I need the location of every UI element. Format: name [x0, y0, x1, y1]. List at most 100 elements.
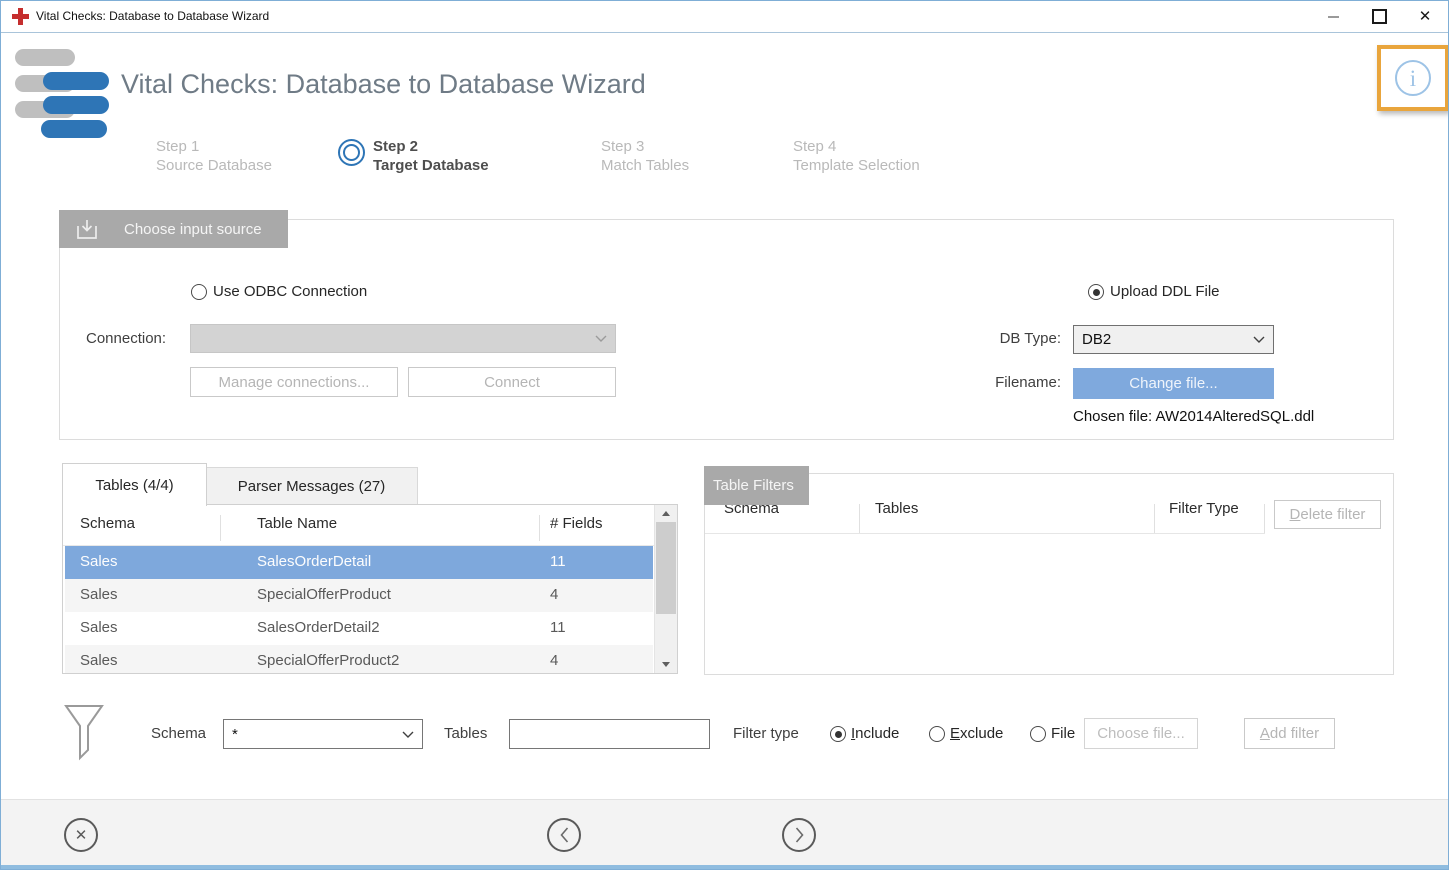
use-odbc-radio-label[interactable]: Use ODBC Connection [213, 283, 367, 300]
column-divider [539, 515, 540, 541]
step-label: Source Database [156, 156, 272, 175]
scroll-up-icon[interactable] [655, 505, 677, 522]
app-window: Vital Checks: Database to Database Wizar… [0, 0, 1449, 870]
column-divider [1264, 504, 1265, 534]
chevron-down-icon [1253, 336, 1265, 343]
table-row[interactable]: Sales SpecialOfferProduct 4 [65, 579, 653, 612]
step-4-indicator: Step 4 Template Selection [793, 137, 920, 175]
step-3-indicator: Step 3 Match Tables [601, 137, 689, 175]
minimize-icon [1328, 16, 1339, 18]
schema-filter-label: Schema [151, 725, 206, 742]
table-row[interactable]: Sales SalesOrderDetail2 11 [65, 612, 653, 645]
title-bar: Vital Checks: Database to Database Wizar… [1, 1, 1448, 33]
cell-tfields: 4 [550, 586, 558, 603]
column-header-schema: Schema [80, 515, 135, 532]
filter-type-label: Filter type [733, 725, 799, 742]
schema-filter-value: * [232, 726, 238, 743]
tables-list: Schema Table Name # Fields Sales SalesOrd… [62, 504, 678, 674]
scrollbar-thumb[interactable] [656, 522, 676, 614]
red-cross-app-icon [12, 8, 29, 25]
delete-filter-button[interactable]: Delete filter [1274, 500, 1381, 529]
choose-file-button[interactable]: Choose file... [1084, 718, 1198, 749]
exclude-radio-label[interactable]: Exclude [950, 725, 1003, 742]
next-step-icon[interactable] [782, 818, 816, 852]
close-icon: ✕ [1419, 9, 1432, 24]
include-radio-label[interactable]: Include [851, 725, 899, 742]
add-filter-button[interactable]: Add filter [1244, 718, 1335, 749]
step-label: Match Tables [601, 156, 689, 175]
step-label: Template Selection [793, 156, 920, 175]
previous-step-icon[interactable] [547, 818, 581, 852]
file-radio[interactable] [1030, 726, 1046, 742]
column-divider [220, 515, 221, 541]
tab-tables[interactable]: Tables (4/4) [62, 463, 207, 506]
window-bottom-border [1, 865, 1448, 870]
exclude-radio[interactable] [929, 726, 945, 742]
filter-funnel-icon [64, 704, 104, 762]
step-label: Target Database [373, 156, 489, 175]
vertical-scrollbar[interactable] [654, 505, 677, 673]
upload-ddl-radio[interactable] [1088, 284, 1104, 300]
use-odbc-radio[interactable] [191, 284, 207, 300]
step-number: Step 2 [373, 137, 489, 156]
current-step-ring-icon [338, 139, 365, 166]
cell-tname: SpecialOfferProduct2 [257, 652, 399, 669]
file-radio-label[interactable]: File [1051, 725, 1075, 742]
cell-schema: Sales [80, 553, 118, 570]
cell-tfields: 4 [550, 652, 558, 669]
info-icon[interactable]: i [1395, 60, 1431, 96]
include-radio[interactable] [830, 726, 846, 742]
cell-tfields: 11 [550, 619, 566, 636]
connection-label: Connection: [86, 330, 166, 347]
column-header-fields: # Fields [550, 515, 603, 532]
manage-connections-button[interactable]: Manage connections... [190, 367, 398, 397]
cell-tname: SalesOrderDetail [257, 553, 371, 570]
schema-filter-select[interactable]: * [223, 719, 423, 749]
upload-ddl-radio-label[interactable]: Upload DDL File [1110, 283, 1220, 300]
minimize-button[interactable] [1310, 1, 1356, 32]
window-controls: ✕ [1310, 1, 1448, 32]
logo-pill [43, 96, 109, 114]
info-highlight-box: i [1377, 45, 1449, 111]
logo-pill [41, 120, 107, 138]
input-source-tab: Choose input source [59, 210, 288, 248]
filters-column-tables: Tables [875, 500, 918, 517]
db-type-label: DB Type: [981, 330, 1061, 347]
tab-parser-messages[interactable]: Parser Messages (27) [205, 467, 418, 505]
window-title: Vital Checks: Database to Database Wizar… [36, 1, 269, 32]
maximize-button[interactable] [1356, 1, 1402, 32]
tables-filter-label: Tables [444, 725, 487, 742]
cell-tname: SpecialOfferProduct [257, 586, 391, 603]
change-file-button[interactable]: Change file... [1073, 368, 1274, 399]
step-2-indicator: Step 2 Target Database [373, 137, 489, 175]
step-number: Step 4 [793, 137, 920, 156]
connect-button[interactable]: Connect [408, 367, 616, 397]
chevron-down-icon [595, 335, 607, 342]
tables-list-rows: Sales SalesOrderDetail 11 Sales SpecialOffer… [63, 546, 677, 674]
column-header-table-name: Table Name [257, 515, 337, 532]
cancel-icon[interactable]: ✕ [64, 818, 98, 852]
cell-schema: Sales [80, 619, 118, 636]
page-title: Vital Checks: Database to Database Wizar… [121, 69, 646, 100]
footer-bar: ✕ Cancel Previous step Next step [1, 799, 1448, 866]
step-number: Step 1 [156, 137, 272, 156]
filters-column-type: Filter Type [1169, 500, 1239, 517]
close-button[interactable]: ✕ [1402, 1, 1448, 32]
db-type-select[interactable]: DB2 [1073, 325, 1274, 354]
cell-tname: SalesOrderDetail2 [257, 619, 380, 636]
table-row[interactable]: Sales SalesOrderDetail 11 [65, 546, 653, 579]
column-divider [859, 504, 860, 534]
cell-schema: Sales [80, 586, 118, 603]
step-number: Step 3 [601, 137, 689, 156]
chosen-file-text: Chosen file: AW2014AlteredSQL.ddl [1073, 408, 1314, 425]
tables-filter-input[interactable] [509, 719, 710, 749]
logo-pill [43, 72, 109, 90]
connection-select[interactable] [190, 324, 616, 353]
table-row[interactable]: SalesSpecialOfferProduct24 [65, 645, 653, 674]
scroll-down-icon[interactable] [655, 656, 677, 673]
chevron-down-icon [402, 731, 414, 738]
maximize-icon [1372, 9, 1387, 24]
step-1-indicator: Step 1 Source Database [156, 137, 272, 175]
cell-tfields: 11 [550, 553, 566, 570]
column-divider [1154, 504, 1155, 534]
